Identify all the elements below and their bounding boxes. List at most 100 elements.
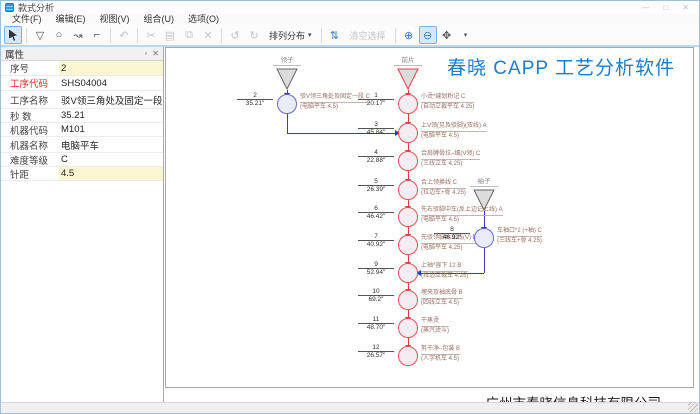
node-time-fraction: 345.84″ — [358, 121, 394, 137]
process-node-2[interactable] — [277, 94, 297, 114]
node-time-fraction: 526.39″ — [358, 178, 394, 194]
toolbar-separator — [26, 28, 27, 43]
triangle-label: 袖子 — [470, 178, 498, 187]
property-value[interactable]: M101 — [59, 123, 163, 136]
status-bar — [1, 402, 699, 413]
node-text: 合上领换线 C(拉边车+骨 4.25) — [421, 179, 466, 198]
triangle-label: 前片 — [394, 57, 422, 66]
property-label: 工序代码 — [1, 76, 59, 90]
node-text: 剪干净–包装 B(人字机车 4.5) — [421, 345, 460, 364]
property-value[interactable]: 35.21 — [59, 109, 163, 122]
menu-file[interactable]: 文件(F) — [5, 14, 49, 25]
node-text: 小烫*缝划粉记 C(自动立裁平车 4.25) — [421, 93, 474, 112]
source-triangle-icon[interactable] — [397, 68, 419, 90]
window-controls: — □ ✕ — [641, 1, 695, 14]
rotate-right-icon[interactable]: ↻ — [245, 26, 263, 44]
process-node-11[interactable] — [398, 318, 418, 338]
property-value[interactable]: 2 — [59, 61, 163, 75]
property-value[interactable]: SHS04004 — [59, 76, 163, 90]
node-number: 8 — [434, 226, 470, 234]
pan-icon[interactable]: ✥ — [438, 26, 456, 44]
node-process-name: 车袖口*2 (+袖) C — [497, 227, 542, 237]
node-time-fraction: 646.42″ — [358, 205, 394, 221]
pin-icon[interactable]: ▫ — [144, 49, 147, 58]
property-row: 工序代码SHS04004 — [1, 76, 163, 91]
property-value[interactable]: 电脑平车 — [59, 137, 163, 152]
node-number: 3 — [358, 121, 394, 129]
close-panel-icon[interactable]: ✕ — [152, 49, 159, 58]
node-seconds: 35.21″ — [237, 100, 273, 108]
process-node-7[interactable] — [398, 235, 418, 255]
menu-options[interactable]: 选项(O) — [181, 14, 226, 25]
ellipse-tool[interactable]: ○ — [50, 26, 68, 44]
minimize-button[interactable]: — — [641, 1, 649, 14]
curve-tool[interactable]: ↝ — [69, 26, 87, 44]
pointer-tool[interactable] — [4, 26, 22, 44]
property-value[interactable]: C — [59, 153, 163, 166]
main-area: 春晓 CAPP 工艺分析软件 领子前片袖子235.21″驳V领三角处及固定一段 … — [164, 47, 699, 404]
rotate-left-icon[interactable]: ↺ — [226, 26, 244, 44]
menu-group[interactable]: 组合(U) — [137, 14, 182, 25]
property-value[interactable]: 驳V领三角处及固定一段 — [59, 91, 163, 108]
arrange-button[interactable]: 排列分布▾ — [264, 26, 317, 44]
undo-icon[interactable]: ↶ — [115, 26, 133, 44]
node-text: 先右驳脚中车(反上边记上线) A(电脑平车 4.5) — [421, 206, 503, 225]
process-node-5[interactable] — [398, 180, 418, 200]
node-process-name: 合肩膊骨拉–细(V领) C — [421, 150, 480, 160]
node-seconds: 22.88″ — [358, 157, 394, 165]
node-seconds: 46.92″ — [434, 234, 470, 242]
maximize-button[interactable]: □ — [663, 1, 668, 14]
property-row: 难度等级C — [1, 153, 163, 167]
process-node-9[interactable] — [398, 263, 418, 283]
property-label: 难度等级 — [1, 153, 59, 167]
node-seconds: 46.42″ — [358, 213, 394, 221]
zoom-out-icon[interactable]: ⊖ — [419, 26, 437, 44]
node-time-fraction: 846.92″ — [434, 226, 470, 242]
property-label: 工序名称 — [1, 93, 59, 107]
node-machine: (三线车+骨 4.25) — [497, 237, 542, 246]
toolbar-separator — [395, 28, 396, 43]
node-number: 5 — [358, 178, 394, 186]
process-node-1[interactable] — [398, 94, 418, 114]
overflow-icon[interactable]: ▾ — [457, 26, 475, 44]
clear-selection-button[interactable]: 清空选择 — [345, 26, 391, 44]
process-node-3[interactable] — [398, 123, 418, 143]
process-node-8[interactable] — [474, 228, 494, 248]
node-seconds: 52.94″ — [358, 269, 394, 277]
node-machine: (电脑平车 4.5) — [421, 216, 503, 225]
cut-icon[interactable]: ✂ — [142, 26, 160, 44]
property-label: 序号 — [1, 61, 59, 75]
process-node-10[interactable] — [398, 290, 418, 310]
paste-icon[interactable]: ⧉ — [180, 26, 198, 44]
properties-panel: 属性 ▫✕ 序号2工序代码SHS04004工序名称驳V领三角处及固定一段秒 数3… — [1, 47, 164, 404]
toolbar: ▽○↝⌐ ↶ ✂▤⧉✕ ↺↻排列分布▾ ⇅清空选择 ⊕⊖✥▾ — [1, 25, 699, 45]
property-label: 机器名称 — [1, 138, 59, 152]
swap-order-icon[interactable]: ⇅ — [326, 26, 344, 44]
node-machine: (四线立车 4.5) — [421, 299, 463, 308]
node-machine: (电脑平车 4.25) — [421, 244, 477, 253]
property-row: 针距4.5 — [1, 167, 163, 181]
node-number: 4 — [358, 149, 394, 157]
node-time-fraction: 120.17″ — [358, 92, 394, 108]
node-seconds: 45.84″ — [358, 129, 394, 137]
source-triangle-icon[interactable] — [276, 68, 298, 90]
triangle-tool[interactable]: ▽ — [31, 26, 49, 44]
toolbar-separator — [321, 28, 322, 43]
resize-grip-icon[interactable] — [688, 402, 698, 412]
property-value[interactable]: 4.5 — [59, 167, 163, 180]
copy-icon[interactable]: ▤ — [161, 26, 179, 44]
node-text: 上袖*容下 12 B(拉边立裁车 4.25) — [421, 262, 468, 281]
toolbar-separator — [137, 28, 138, 43]
menu-view[interactable]: 视图(V) — [93, 14, 137, 25]
delete-icon[interactable]: ✕ — [199, 26, 217, 44]
menu-edit[interactable]: 编辑(E) — [49, 14, 93, 25]
close-button[interactable]: ✕ — [682, 1, 689, 14]
process-node-6[interactable] — [398, 207, 418, 227]
polyline-tool[interactable]: ⌐ — [88, 26, 106, 44]
zoom-in-icon[interactable]: ⊕ — [400, 26, 418, 44]
process-node-4[interactable] — [398, 151, 418, 171]
property-row: 序号2 — [1, 61, 163, 76]
property-row: 工序名称驳V领三角处及固定一段 — [1, 91, 163, 109]
drawing-canvas[interactable]: 春晓 CAPP 工艺分析软件 领子前片袖子235.21″驳V领三角处及固定一段 … — [165, 47, 694, 388]
process-node-12[interactable] — [398, 346, 418, 366]
